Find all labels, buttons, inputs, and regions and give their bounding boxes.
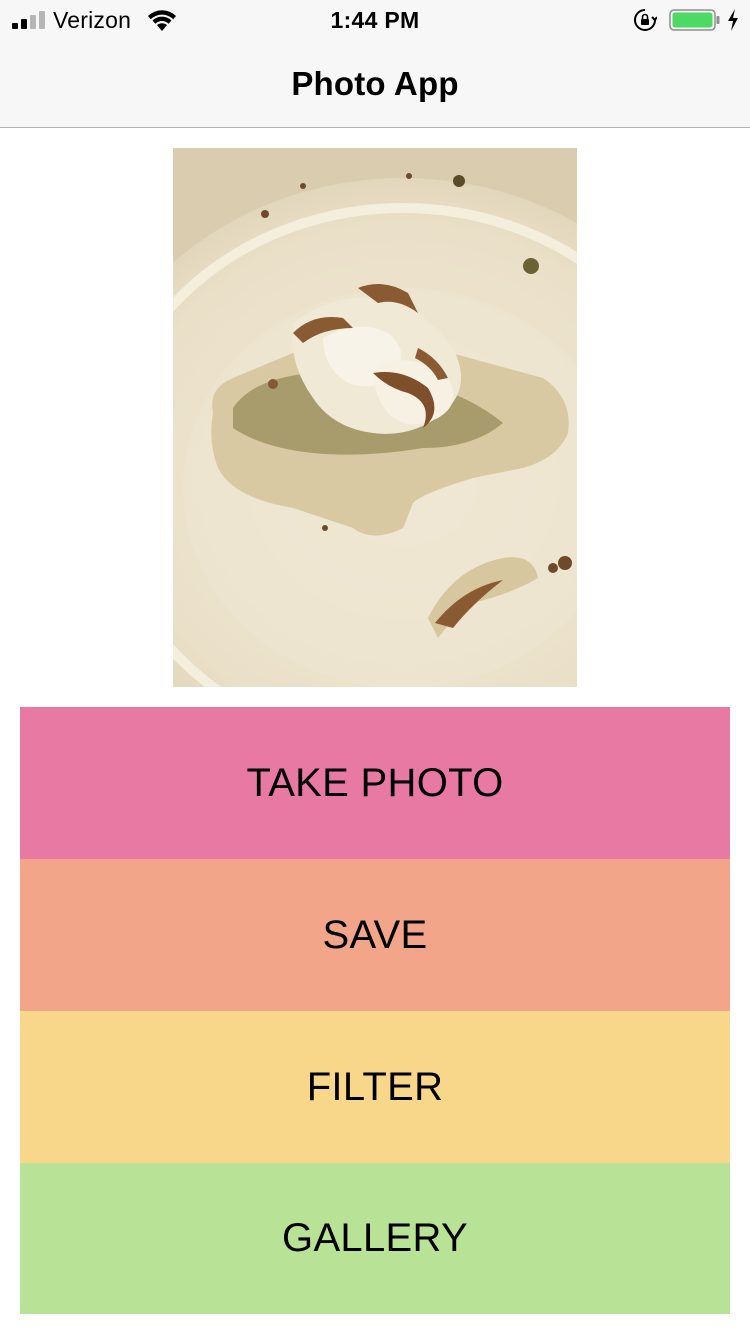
orientation-lock-icon: [634, 9, 657, 31]
status-bar: Verizon 1:44 PM: [0, 0, 750, 40]
take-photo-label: TAKE PHOTO: [246, 760, 504, 805]
save-button[interactable]: SAVE: [20, 859, 730, 1011]
page-title: Photo App: [291, 65, 459, 102]
nav-bar: Photo App: [0, 40, 750, 128]
gallery-button[interactable]: GALLERY: [20, 1163, 730, 1314]
charging-icon: [728, 9, 738, 31]
photo-image: [173, 148, 577, 687]
gallery-label: GALLERY: [282, 1216, 468, 1260]
battery-icon: [669, 9, 720, 31]
filter-button[interactable]: FILTER: [20, 1011, 730, 1163]
take-photo-button[interactable]: TAKE PHOTO: [20, 707, 730, 859]
photo-preview: [173, 148, 577, 687]
save-label: SAVE: [322, 912, 428, 957]
filter-label: FILTER: [306, 1064, 444, 1109]
